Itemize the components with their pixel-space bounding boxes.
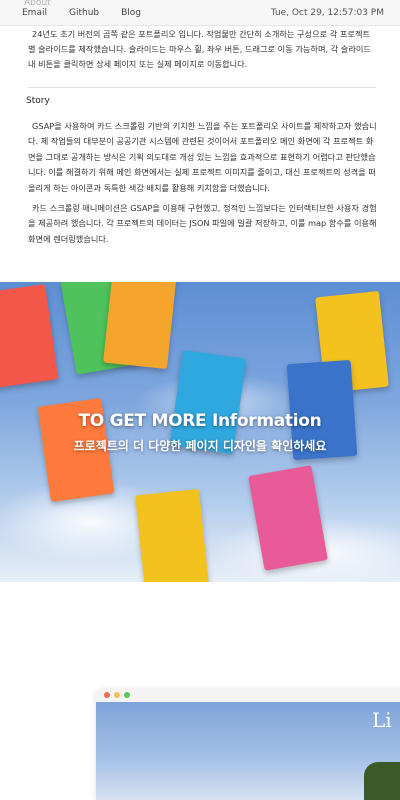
- banner-title: TO GET MORE Information: [78, 411, 322, 431]
- story-heading: Story: [26, 96, 50, 106]
- preview-decoration: [364, 762, 400, 800]
- clock: Tue, Oct 29, 12:57:03 PM: [270, 8, 384, 18]
- top-bar: About Email Github Blog Tue, Oct 29, 12:…: [0, 0, 400, 26]
- project-card[interactable]: [135, 488, 209, 582]
- close-dot-icon[interactable]: [104, 692, 110, 698]
- project-card[interactable]: [103, 282, 177, 370]
- nav-email-link[interactable]: Email: [22, 8, 47, 18]
- minimize-dot-icon[interactable]: [114, 692, 120, 698]
- nav-github-link[interactable]: Github: [69, 8, 99, 18]
- banner-subtitle: 프로젝트의 더 다양한 페이지 디자인을 확인하세요: [73, 439, 327, 453]
- project-card[interactable]: [0, 284, 59, 388]
- story-paragraph-1: GSAP을 사용하여 카드 스크롤링 기반의 키치한 느낌을 주는 포트폴리오 …: [28, 121, 377, 193]
- more-info-banner[interactable]: TO GET MORE Information 프로젝트의 더 다양한 페이지 …: [0, 282, 400, 582]
- nav-ghost-label: About: [24, 0, 51, 8]
- preview-screen: [96, 702, 400, 800]
- project-card[interactable]: [248, 465, 328, 571]
- top-nav: Email Github Blog: [22, 8, 141, 18]
- site-preview-window: Li: [96, 688, 400, 800]
- section-divider: [28, 87, 376, 88]
- intro-paragraph: 24년도 초기 버전의 곰쪽 같은 포트폴리오 입니다. 작업물만 간단히 소개…: [28, 29, 371, 69]
- maximize-dot-icon[interactable]: [124, 692, 130, 698]
- preview-title: Li: [372, 708, 392, 732]
- window-controls: [104, 692, 130, 698]
- nav-blog-link[interactable]: Blog: [121, 8, 141, 18]
- story-paragraph-2: 카드 스크롤링 애니메이션은 GSAP을 이용해 구현했고, 정적인 느낌보다는…: [28, 203, 377, 244]
